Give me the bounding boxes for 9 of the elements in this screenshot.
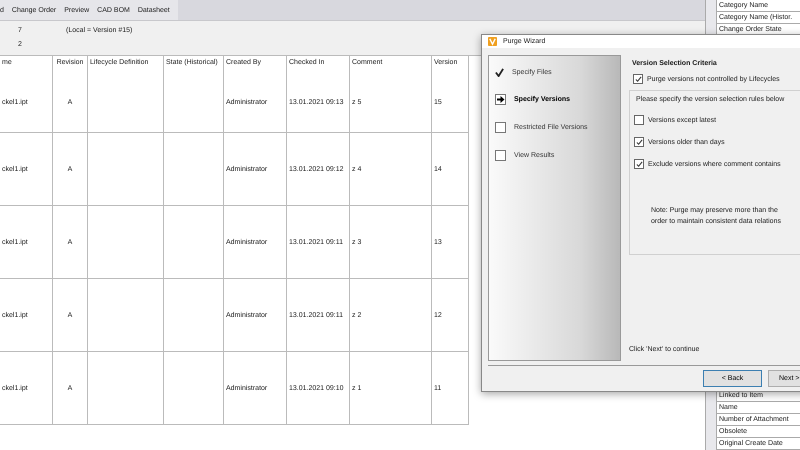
step-box-icon: [495, 122, 506, 134]
table-cell: [163, 73, 223, 133]
checkbox[interactable]: [634, 159, 644, 170]
checkbox[interactable]: [634, 115, 644, 126]
checkmark-icon: [495, 68, 504, 78]
checkbox[interactable]: [634, 137, 644, 148]
checkbox[interactable]: [633, 74, 643, 84]
step-box-icon: [495, 150, 506, 162]
arrow-icon: [495, 94, 506, 106]
